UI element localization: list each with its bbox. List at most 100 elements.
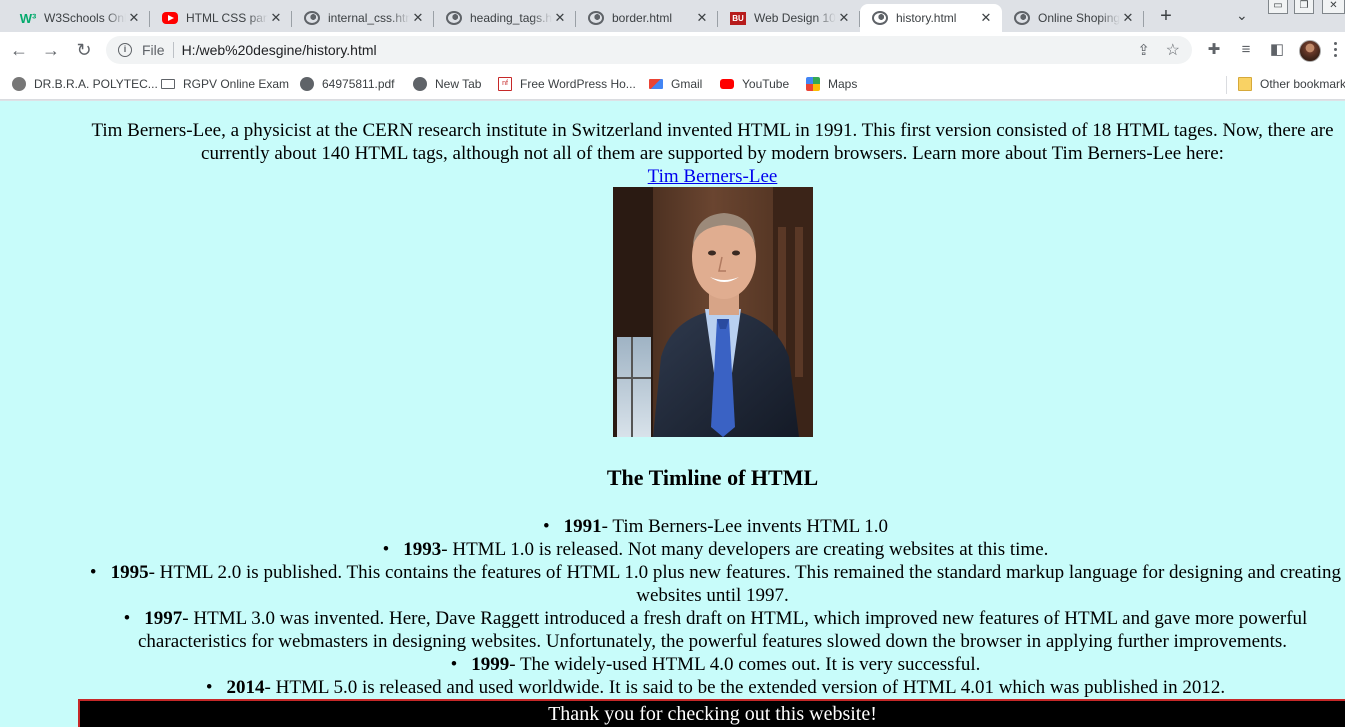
address-bar[interactable]: i File H:/web%20desgine/history.html ⇪ ☆ (106, 36, 1192, 64)
url-text[interactable]: H:/web%20desgine/history.html (182, 42, 377, 58)
tab-w3schools[interactable]: W³ W3Schools Online ✕ (8, 4, 150, 32)
forward-arrow-icon[interactable]: → (39, 38, 63, 62)
globe-icon (413, 77, 427, 91)
list-item: 1995- HTML 2.0 is published. This contai… (80, 561, 1345, 607)
tab-title: border.html (612, 11, 673, 25)
bookmarks-separator (1226, 76, 1227, 94)
bookmark-item[interactable]: nf Free WordPress Ho... (498, 74, 636, 94)
timeline-year: 2014 (226, 677, 265, 698)
bookmark-item[interactable]: Gmail (649, 74, 702, 94)
bookmark-label: Maps (828, 77, 858, 91)
tim-berners-lee-link[interactable]: Tim Berners-Lee (648, 166, 778, 187)
tab-heading-tags[interactable]: heading_tags.html ✕ (434, 4, 576, 32)
info-icon[interactable]: i (118, 43, 132, 57)
list-item: 1993- HTML 1.0 is released. Not many dev… (80, 538, 1345, 561)
bookmark-label: 64975811.pdf (322, 77, 395, 91)
tab-online-shoping[interactable]: Online Shoping ✕ (1002, 4, 1144, 32)
intro-paragraph: Tim Berners-Lee, a physicist at the CERN… (80, 119, 1345, 188)
tab-web-design[interactable]: BU Web Design 10 ✕ (718, 4, 860, 32)
bookmark-item[interactable]: 64975811.pdf (300, 74, 395, 94)
globe-icon (588, 11, 604, 25)
tab-title: history.html (896, 11, 957, 25)
reload-icon[interactable]: ↻ (72, 38, 96, 62)
globe-icon (446, 11, 462, 25)
minimize-icon[interactable]: ▭ (1268, 0, 1288, 14)
bookmark-item[interactable]: YouTube (720, 74, 789, 94)
restore-icon[interactable]: ❐ (1294, 0, 1314, 14)
tab-title: Online Shoping (1038, 11, 1120, 25)
intro-text: Tim Berners-Lee, a physicist at the CERN… (91, 120, 1334, 164)
other-bookmarks-label: Other bookmarks (1260, 77, 1345, 91)
profile-avatar[interactable] (1299, 40, 1321, 62)
timeline-text: - HTML 3.0 was invented. Here, Dave Ragg… (138, 608, 1308, 652)
list-item: 2014- HTML 5.0 is released and used worl… (80, 676, 1345, 699)
timeline-list: 1991- Tim Berners-Lee invents HTML 1.0 1… (80, 515, 1345, 699)
close-icon[interactable]: ✕ (126, 10, 142, 26)
close-icon[interactable]: ✕ (978, 10, 994, 26)
scheme-label: File (142, 42, 165, 58)
globe-icon (304, 11, 320, 25)
w3schools-icon: W³ (19, 10, 37, 26)
bookmark-star-icon[interactable]: ☆ (1166, 40, 1180, 60)
tab-history[interactable]: history.html ✕ (860, 4, 1002, 32)
globe-icon (1014, 11, 1030, 25)
tab-separator (1143, 11, 1144, 27)
page-content: Tim Berners-Lee, a physicist at the CERN… (0, 101, 1345, 727)
tab-search-chevron-icon[interactable]: ⌄ (1236, 7, 1248, 24)
close-icon[interactable]: ✕ (552, 10, 568, 26)
window-close-icon[interactable]: ✕ (1322, 0, 1345, 14)
timeline-year: 1993 (403, 539, 442, 560)
youtube-icon (162, 12, 178, 24)
tab-border[interactable]: border.html ✕ (576, 4, 718, 32)
media-playlist-icon[interactable]: ≡ (1237, 41, 1255, 59)
tab-title: W3Schools Online (44, 11, 126, 25)
bookmark-item[interactable]: Maps (806, 74, 857, 94)
youtube-icon (720, 79, 734, 89)
gmail-icon (649, 79, 663, 89)
tab-html-css-part[interactable]: HTML CSS part ✕ (150, 4, 292, 32)
close-icon[interactable]: ✕ (410, 10, 426, 26)
close-icon[interactable]: ✕ (694, 10, 710, 26)
bookmark-item[interactable]: New Tab (413, 74, 481, 94)
globe-icon (872, 11, 888, 25)
bookmark-label: Gmail (671, 77, 703, 91)
tab-internal-css[interactable]: internal_css.html ✕ (292, 4, 434, 32)
bookmark-label: RGPV Online Exam (183, 77, 290, 91)
extensions-puzzle-icon[interactable]: ✚ (1205, 41, 1223, 59)
timeline-text: - The widely-used HTML 4.0 comes out. It… (509, 654, 981, 675)
monitor-icon (161, 79, 175, 89)
close-icon[interactable]: ✕ (836, 10, 852, 26)
share-icon[interactable]: ⇪ (1137, 41, 1150, 59)
browser-menu-icon[interactable] (1334, 42, 1338, 57)
other-bookmarks[interactable]: Other bookmarks (1238, 74, 1345, 94)
timeline-text: - Tim Berners-Lee invents HTML 1.0 (601, 516, 889, 537)
tab-strip: W³ W3Schools Online ✕ HTML CSS part ✕ in… (0, 0, 1345, 32)
new-tab-plus-icon[interactable]: + (1154, 5, 1178, 29)
footer-banner: Thank you for checking out this website! (78, 699, 1345, 727)
bookmark-label: Free WordPress Ho... (520, 77, 636, 91)
close-icon[interactable]: ✕ (268, 10, 284, 26)
timeline-year: 1999 (471, 654, 510, 675)
bookmarks-bar: DR.B.R.A. POLYTEC... RGPV Online Exam 64… (0, 68, 1345, 100)
bookmark-item[interactable]: DR.B.R.A. POLYTEC... (12, 74, 158, 94)
bookmark-label: New Tab (435, 77, 482, 91)
timeline-year: 1997 (144, 608, 183, 629)
bookmark-label: DR.B.R.A. POLYTEC... (34, 77, 158, 91)
tab-title: heading_tags.html (470, 11, 552, 25)
timeline-year: 1991 (563, 516, 602, 537)
tab-title: Web Design 10 (754, 11, 836, 25)
tab-title: internal_css.html (328, 11, 410, 25)
timeline-year: 1995 (110, 562, 149, 583)
side-panel-icon[interactable]: ◧ (1268, 41, 1286, 59)
nf-icon: nf (498, 77, 512, 91)
browser-toolbar: ← → ↻ i File H:/web%20desgine/history.ht… (0, 32, 1345, 68)
tab-title: HTML CSS part (186, 11, 268, 25)
timeline-text: - HTML 2.0 is published. This contains t… (148, 562, 1342, 606)
tim-berners-lee-photo (613, 187, 813, 437)
back-arrow-icon[interactable]: ← (7, 38, 31, 62)
maps-icon (806, 77, 820, 91)
close-icon[interactable]: ✕ (1120, 10, 1136, 26)
bookmark-item[interactable]: RGPV Online Exam (161, 74, 289, 94)
globe-icon (300, 77, 314, 91)
list-item: 1999- The widely-used HTML 4.0 comes out… (80, 653, 1345, 676)
